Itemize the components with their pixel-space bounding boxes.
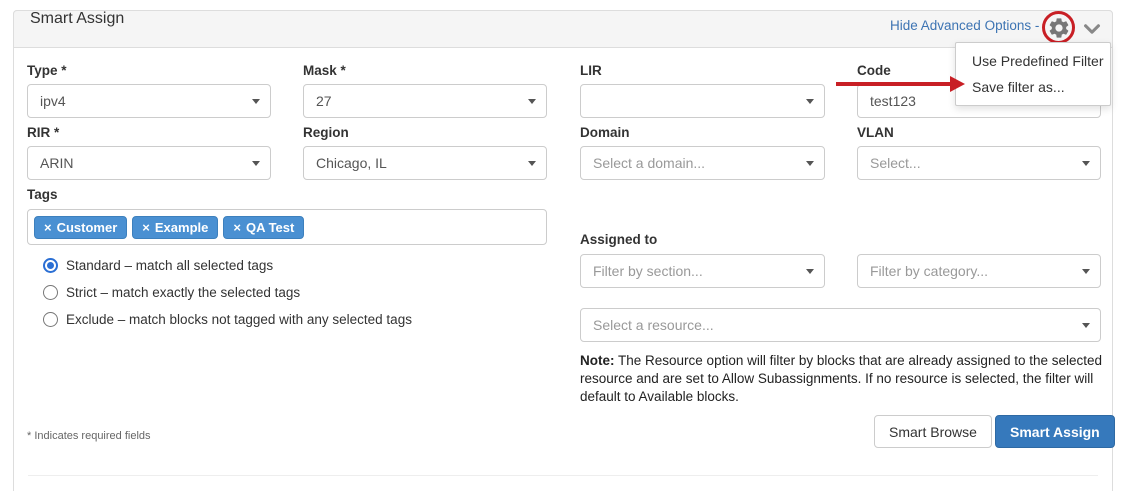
tag-chip[interactable]: × Customer bbox=[34, 216, 127, 239]
tags-label: Tags bbox=[27, 187, 58, 202]
caret-down-icon bbox=[252, 161, 260, 166]
caret-down-icon bbox=[1082, 161, 1090, 166]
region-label: Region bbox=[303, 125, 349, 140]
page-title: Smart Assign bbox=[30, 10, 124, 48]
resource-note: Note: The Resource option will filter by… bbox=[580, 352, 1107, 405]
menu-item-save-filter-as[interactable]: Save filter as... bbox=[956, 74, 1110, 100]
tag-label: Customer bbox=[57, 220, 118, 235]
filter-section-placeholder: Filter by section... bbox=[593, 263, 703, 279]
tag-chip[interactable]: × Example bbox=[132, 216, 218, 239]
vlan-label: VLAN bbox=[857, 125, 894, 140]
filter-section-select[interactable]: Filter by section... bbox=[580, 254, 825, 288]
caret-down-icon bbox=[806, 99, 814, 104]
domain-label: Domain bbox=[580, 125, 630, 140]
radio-label: Exclude – match blocks not tagged with a… bbox=[66, 312, 412, 327]
menu-item-use-predefined-filter[interactable]: Use Predefined Filter bbox=[956, 48, 1110, 74]
caret-down-icon bbox=[528, 161, 536, 166]
rir-value: ARIN bbox=[40, 155, 73, 171]
rir-label: RIR * bbox=[27, 125, 59, 140]
rir-select[interactable]: ARIN bbox=[27, 146, 271, 180]
vlan-select[interactable]: Select... bbox=[857, 146, 1101, 180]
caret-down-icon bbox=[528, 99, 536, 104]
tags-input[interactable]: × Customer × Example × QA Test bbox=[27, 209, 547, 245]
smart-assign-page: Smart Assign Hide Advanced Options - Typ… bbox=[0, 0, 1127, 491]
radio-label: Strict – match exactly the selected tags bbox=[66, 285, 300, 300]
type-value: ipv4 bbox=[40, 93, 66, 109]
caret-down-icon bbox=[806, 269, 814, 274]
lir-select[interactable] bbox=[580, 84, 825, 118]
required-fields-note: * Indicates required fields bbox=[27, 430, 151, 442]
caret-down-icon bbox=[806, 161, 814, 166]
radio-standard[interactable]: Standard – match all selected tags bbox=[43, 258, 273, 273]
mask-value: 27 bbox=[316, 93, 332, 109]
filter-category-placeholder: Filter by category... bbox=[870, 263, 988, 279]
note-text: The Resource option will filter by block… bbox=[580, 353, 1102, 404]
remove-tag-icon[interactable]: × bbox=[233, 220, 241, 235]
radio-unselected-icon[interactable] bbox=[43, 285, 58, 300]
code-label: Code bbox=[857, 63, 891, 78]
tag-label: Example bbox=[155, 220, 208, 235]
domain-select[interactable]: Select a domain... bbox=[580, 146, 825, 180]
radio-strict[interactable]: Strict – match exactly the selected tags bbox=[43, 285, 300, 300]
tag-chip[interactable]: × QA Test bbox=[223, 216, 304, 239]
gear-dropdown-menu: Use Predefined Filter Save filter as... bbox=[955, 42, 1111, 106]
lir-label: LIR bbox=[580, 63, 602, 78]
smart-browse-button[interactable]: Smart Browse bbox=[874, 415, 992, 448]
resource-select[interactable]: Select a resource... bbox=[580, 308, 1101, 342]
caret-down-icon bbox=[1082, 269, 1090, 274]
caret-down-icon bbox=[1082, 323, 1090, 328]
region-select[interactable]: Chicago, IL bbox=[303, 146, 547, 180]
radio-selected-icon[interactable] bbox=[43, 258, 58, 273]
tag-label: QA Test bbox=[246, 220, 294, 235]
region-value: Chicago, IL bbox=[316, 155, 387, 171]
remove-tag-icon[interactable]: × bbox=[44, 220, 52, 235]
type-label: Type * bbox=[27, 63, 67, 78]
red-arrow-head bbox=[950, 76, 965, 92]
remove-tag-icon[interactable]: × bbox=[142, 220, 150, 235]
type-select[interactable]: ipv4 bbox=[27, 84, 271, 118]
gear-icon[interactable] bbox=[1047, 16, 1071, 40]
red-arrow-annotation bbox=[836, 82, 954, 86]
radio-label: Standard – match all selected tags bbox=[66, 258, 273, 273]
note-label: Note: bbox=[580, 353, 615, 368]
radio-unselected-icon[interactable] bbox=[43, 312, 58, 327]
radio-exclude[interactable]: Exclude – match blocks not tagged with a… bbox=[43, 312, 412, 327]
footer-divider bbox=[28, 475, 1098, 476]
mask-label: Mask * bbox=[303, 63, 346, 78]
domain-placeholder: Select a domain... bbox=[593, 155, 705, 171]
vlan-placeholder: Select... bbox=[870, 155, 921, 171]
resource-placeholder: Select a resource... bbox=[593, 317, 714, 333]
filter-category-select[interactable]: Filter by category... bbox=[857, 254, 1101, 288]
chevron-down-icon[interactable] bbox=[1081, 18, 1103, 40]
assigned-to-label: Assigned to bbox=[580, 232, 657, 247]
hide-advanced-options-link[interactable]: Hide Advanced Options - bbox=[890, 18, 1038, 33]
mask-select[interactable]: 27 bbox=[303, 84, 547, 118]
smart-assign-button[interactable]: Smart Assign bbox=[995, 415, 1115, 448]
caret-down-icon bbox=[252, 99, 260, 104]
